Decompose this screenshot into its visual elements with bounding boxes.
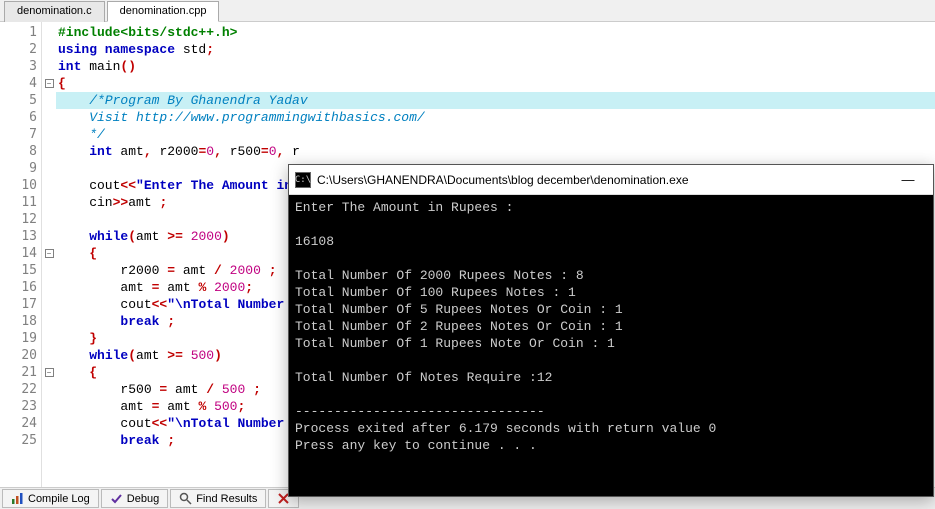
line-number: 9 bbox=[0, 160, 41, 177]
bottom-tab-label: Debug bbox=[127, 493, 159, 505]
fold-marker[interactable]: − bbox=[42, 245, 56, 262]
bar-chart-icon bbox=[11, 492, 24, 505]
fold-marker bbox=[42, 194, 56, 211]
bottom-tab[interactable]: Debug bbox=[101, 489, 168, 508]
bottom-tab[interactable]: Find Results bbox=[170, 489, 266, 508]
fold-marker bbox=[42, 296, 56, 313]
console-output[interactable]: Enter The Amount in Rupees : 16108 Total… bbox=[289, 195, 933, 458]
line-number: 7 bbox=[0, 126, 41, 143]
line-number: 5 bbox=[0, 92, 41, 109]
line-number: 8 bbox=[0, 143, 41, 160]
fold-marker bbox=[42, 330, 56, 347]
console-title: C:\Users\GHANENDRA\Documents\blog decemb… bbox=[317, 173, 889, 187]
line-number: 17 bbox=[0, 296, 41, 313]
line-number: 20 bbox=[0, 347, 41, 364]
fold-marker bbox=[42, 126, 56, 143]
line-number: 16 bbox=[0, 279, 41, 296]
fold-marker bbox=[42, 398, 56, 415]
console-app-icon: C:\ bbox=[295, 172, 311, 188]
minimize-button[interactable]: — bbox=[889, 168, 927, 192]
line-number: 6 bbox=[0, 109, 41, 126]
check-icon bbox=[110, 492, 123, 505]
file-tab[interactable]: denomination.c bbox=[4, 1, 105, 22]
line-number: 24 bbox=[0, 415, 41, 432]
line-number: 12 bbox=[0, 211, 41, 228]
editor-area: 1234567891011121314151617181920212223242… bbox=[0, 22, 935, 487]
fold-marker[interactable]: − bbox=[42, 364, 56, 381]
line-number: 23 bbox=[0, 398, 41, 415]
fold-marker bbox=[42, 347, 56, 364]
bottom-tab-label: Compile Log bbox=[28, 493, 90, 505]
code-line[interactable]: Visit http://www.programmingwithbasics.c… bbox=[56, 109, 935, 126]
bottom-tab-label: Find Results bbox=[196, 493, 257, 505]
line-number: 21 bbox=[0, 364, 41, 381]
line-number: 25 bbox=[0, 432, 41, 449]
fold-marker bbox=[42, 211, 56, 228]
fold-marker bbox=[42, 109, 56, 126]
line-number: 13 bbox=[0, 228, 41, 245]
line-number: 15 bbox=[0, 262, 41, 279]
line-number: 3 bbox=[0, 58, 41, 75]
line-number-gutter: 1234567891011121314151617181920212223242… bbox=[0, 22, 42, 487]
fold-marker bbox=[42, 24, 56, 41]
fold-marker bbox=[42, 279, 56, 296]
fold-marker bbox=[42, 228, 56, 245]
file-tab-active[interactable]: denomination.cpp bbox=[107, 1, 220, 22]
line-number: 11 bbox=[0, 194, 41, 211]
line-number: 2 bbox=[0, 41, 41, 58]
line-number: 18 bbox=[0, 313, 41, 330]
file-tab-bar: denomination.c denomination.cpp bbox=[0, 0, 935, 22]
fold-marker bbox=[42, 58, 56, 75]
fold-marker bbox=[42, 92, 56, 109]
line-number: 14 bbox=[0, 245, 41, 262]
line-number: 4 bbox=[0, 75, 41, 92]
fold-marker bbox=[42, 313, 56, 330]
code-line[interactable]: /*Program By Ghanendra Yadav bbox=[56, 92, 935, 109]
console-titlebar[interactable]: C:\ C:\Users\GHANENDRA\Documents\blog de… bbox=[289, 165, 933, 195]
fold-marker bbox=[42, 160, 56, 177]
code-line[interactable]: using namespace std; bbox=[56, 41, 935, 58]
fold-marker bbox=[42, 143, 56, 160]
code-line[interactable]: */ bbox=[56, 126, 935, 143]
fold-marker bbox=[42, 41, 56, 58]
fold-marker bbox=[42, 262, 56, 279]
console-window: C:\ C:\Users\GHANENDRA\Documents\blog de… bbox=[288, 164, 934, 497]
line-number: 19 bbox=[0, 330, 41, 347]
line-number: 10 bbox=[0, 177, 41, 194]
line-number: 22 bbox=[0, 381, 41, 398]
code-line[interactable]: { bbox=[56, 75, 935, 92]
search-icon bbox=[179, 492, 192, 505]
window-controls: — bbox=[889, 168, 927, 192]
fold-marker bbox=[42, 177, 56, 194]
code-line[interactable]: int amt, r2000=0, r500=0, r bbox=[56, 143, 935, 160]
fold-column: − − − bbox=[42, 22, 56, 487]
fold-marker bbox=[42, 415, 56, 432]
fold-marker bbox=[42, 381, 56, 398]
code-line[interactable]: int main() bbox=[56, 58, 935, 75]
bottom-tab[interactable]: Compile Log bbox=[2, 489, 99, 508]
code-line[interactable]: #include<bits/stdc++.h> bbox=[56, 24, 935, 41]
fold-marker bbox=[42, 432, 56, 449]
fold-marker[interactable]: − bbox=[42, 75, 56, 92]
line-number: 1 bbox=[0, 24, 41, 41]
